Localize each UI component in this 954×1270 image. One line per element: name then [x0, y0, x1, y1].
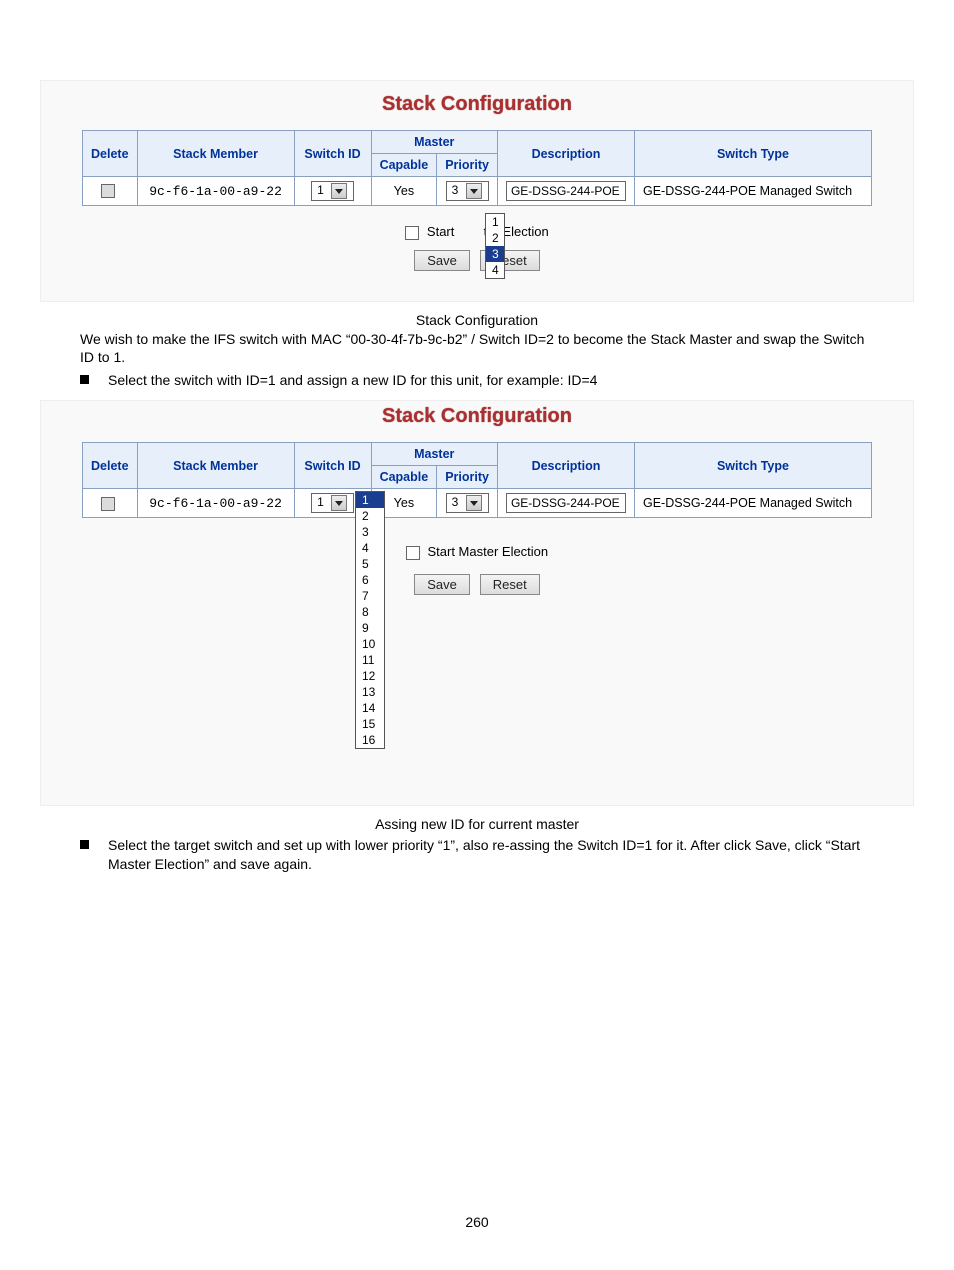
priority-option[interactable]: 4 [486, 262, 504, 278]
col-delete: Delete [83, 443, 138, 489]
col-stack-member: Stack Member [137, 443, 294, 489]
col-stack-member: Stack Member [137, 131, 294, 177]
chevron-down-icon [466, 495, 482, 511]
col-switch-id: Switch ID [294, 131, 371, 177]
button-row: Save Reset [41, 574, 913, 595]
switchid-option[interactable]: 7 [356, 588, 384, 604]
election-row: Start Master Election [41, 544, 913, 560]
switchid-option[interactable]: 4 [356, 540, 384, 556]
switchid-option[interactable]: 15 [356, 716, 384, 732]
stack-table: Delete Stack Member Switch ID Master Des… [82, 442, 872, 518]
description-input[interactable]: GE-DSSG-244-POE [506, 493, 626, 513]
delete-checkbox[interactable] [101, 184, 115, 198]
switch-id-select[interactable]: 1 [311, 181, 354, 201]
col-master: Master [371, 443, 497, 466]
start-election-checkbox[interactable] [405, 226, 419, 240]
switch-id-value: 1 [317, 495, 324, 509]
bullet-item: Select the target switch and set up with… [80, 836, 874, 874]
switchid-option[interactable]: 12 [356, 668, 384, 684]
switch-id-value: 1 [317, 183, 324, 197]
table-header-row: Delete Stack Member Switch ID Master Des… [83, 443, 872, 466]
col-switch-id: Switch ID [294, 443, 371, 489]
switch-type-cell: GE-DSSG-244-POE Managed Switch [634, 489, 871, 518]
chevron-down-icon [466, 183, 482, 199]
switchid-option[interactable]: 2 [356, 508, 384, 524]
col-priority: Priority [437, 154, 498, 177]
col-master: Master [371, 131, 497, 154]
col-switch-type: Switch Type [634, 131, 871, 177]
priority-option[interactable]: 2 [486, 230, 504, 246]
switchid-option[interactable]: 11 [356, 652, 384, 668]
priority-value: 3 [452, 183, 459, 197]
description-input[interactable]: GE-DSSG-244-POE [506, 181, 626, 201]
panel-title: Stack Configuration [41, 405, 913, 428]
switchid-option[interactable]: 5 [356, 556, 384, 572]
save-button[interactable]: Save [414, 250, 470, 271]
priority-value: 3 [452, 495, 459, 509]
election-row: Start ter Election [41, 224, 913, 240]
switch-id-select[interactable]: 1 [311, 493, 354, 513]
figure-caption: Stack Configuration [40, 312, 914, 328]
col-capable: Capable [371, 466, 437, 489]
save-button[interactable]: Save [414, 574, 470, 595]
election-label: Start Master Election [427, 544, 548, 559]
switchid-option[interactable]: 3 [356, 524, 384, 540]
page-number: 260 [40, 1214, 914, 1230]
reset-button[interactable]: Reset [480, 574, 540, 595]
stack-config-panel-2: Stack Configuration Delete Stack Member … [40, 400, 914, 806]
table-row: 9c-f6-1a-00-a9-22 1 Yes 3 GE-DSSG-244-PO… [83, 177, 872, 206]
priority-dropdown-open[interactable]: 1 2 3 4 [485, 213, 505, 279]
switch-id-dropdown-open[interactable]: 1 2 3 4 5 6 7 8 9 10 11 12 13 14 15 16 [355, 491, 385, 749]
button-row: Save Reset [41, 250, 913, 271]
col-description: Description [497, 443, 634, 489]
col-description: Description [497, 131, 634, 177]
stack-config-panel-1: Stack Configuration Delete Stack Member … [40, 80, 914, 302]
switchid-option[interactable]: 13 [356, 684, 384, 700]
priority-option-selected[interactable]: 3 [486, 246, 504, 262]
switchid-option[interactable]: 9 [356, 620, 384, 636]
switchid-option[interactable]: 10 [356, 636, 384, 652]
col-delete: Delete [83, 131, 138, 177]
priority-option[interactable]: 1 [486, 214, 504, 230]
table-row: 9c-f6-1a-00-a9-22 1 Yes 3 GE-DSSG-244-PO… [83, 489, 872, 518]
switchid-option-selected[interactable]: 1 [356, 492, 384, 508]
col-priority: Priority [437, 466, 498, 489]
election-label-left: Start [427, 224, 454, 239]
stack-table: Delete Stack Member Switch ID Master Des… [82, 130, 872, 206]
switchid-option[interactable]: 8 [356, 604, 384, 620]
priority-select[interactable]: 3 [446, 181, 489, 201]
capable-cell: Yes [371, 177, 437, 206]
switch-type-cell: GE-DSSG-244-POE Managed Switch [634, 177, 871, 206]
switchid-option[interactable]: 16 [356, 732, 384, 748]
bullet-item: Select the switch with ID=1 and assign a… [80, 371, 874, 390]
priority-select[interactable]: 3 [446, 493, 489, 513]
chevron-down-icon [331, 183, 347, 199]
col-capable: Capable [371, 154, 437, 177]
mac-cell: 9c-f6-1a-00-a9-22 [137, 177, 294, 206]
col-switch-type: Switch Type [634, 443, 871, 489]
chevron-down-icon [331, 495, 347, 511]
delete-checkbox[interactable] [101, 497, 115, 511]
panel-title: Stack Configuration [41, 93, 913, 116]
mac-cell: 9c-f6-1a-00-a9-22 [137, 489, 294, 518]
start-election-checkbox[interactable] [406, 546, 420, 560]
switchid-option[interactable]: 6 [356, 572, 384, 588]
body-paragraph: We wish to make the IFS switch with MAC … [80, 330, 874, 368]
table-header-row: Delete Stack Member Switch ID Master Des… [83, 131, 872, 154]
switchid-option[interactable]: 14 [356, 700, 384, 716]
figure-caption: Assing new ID for current master [40, 816, 914, 832]
